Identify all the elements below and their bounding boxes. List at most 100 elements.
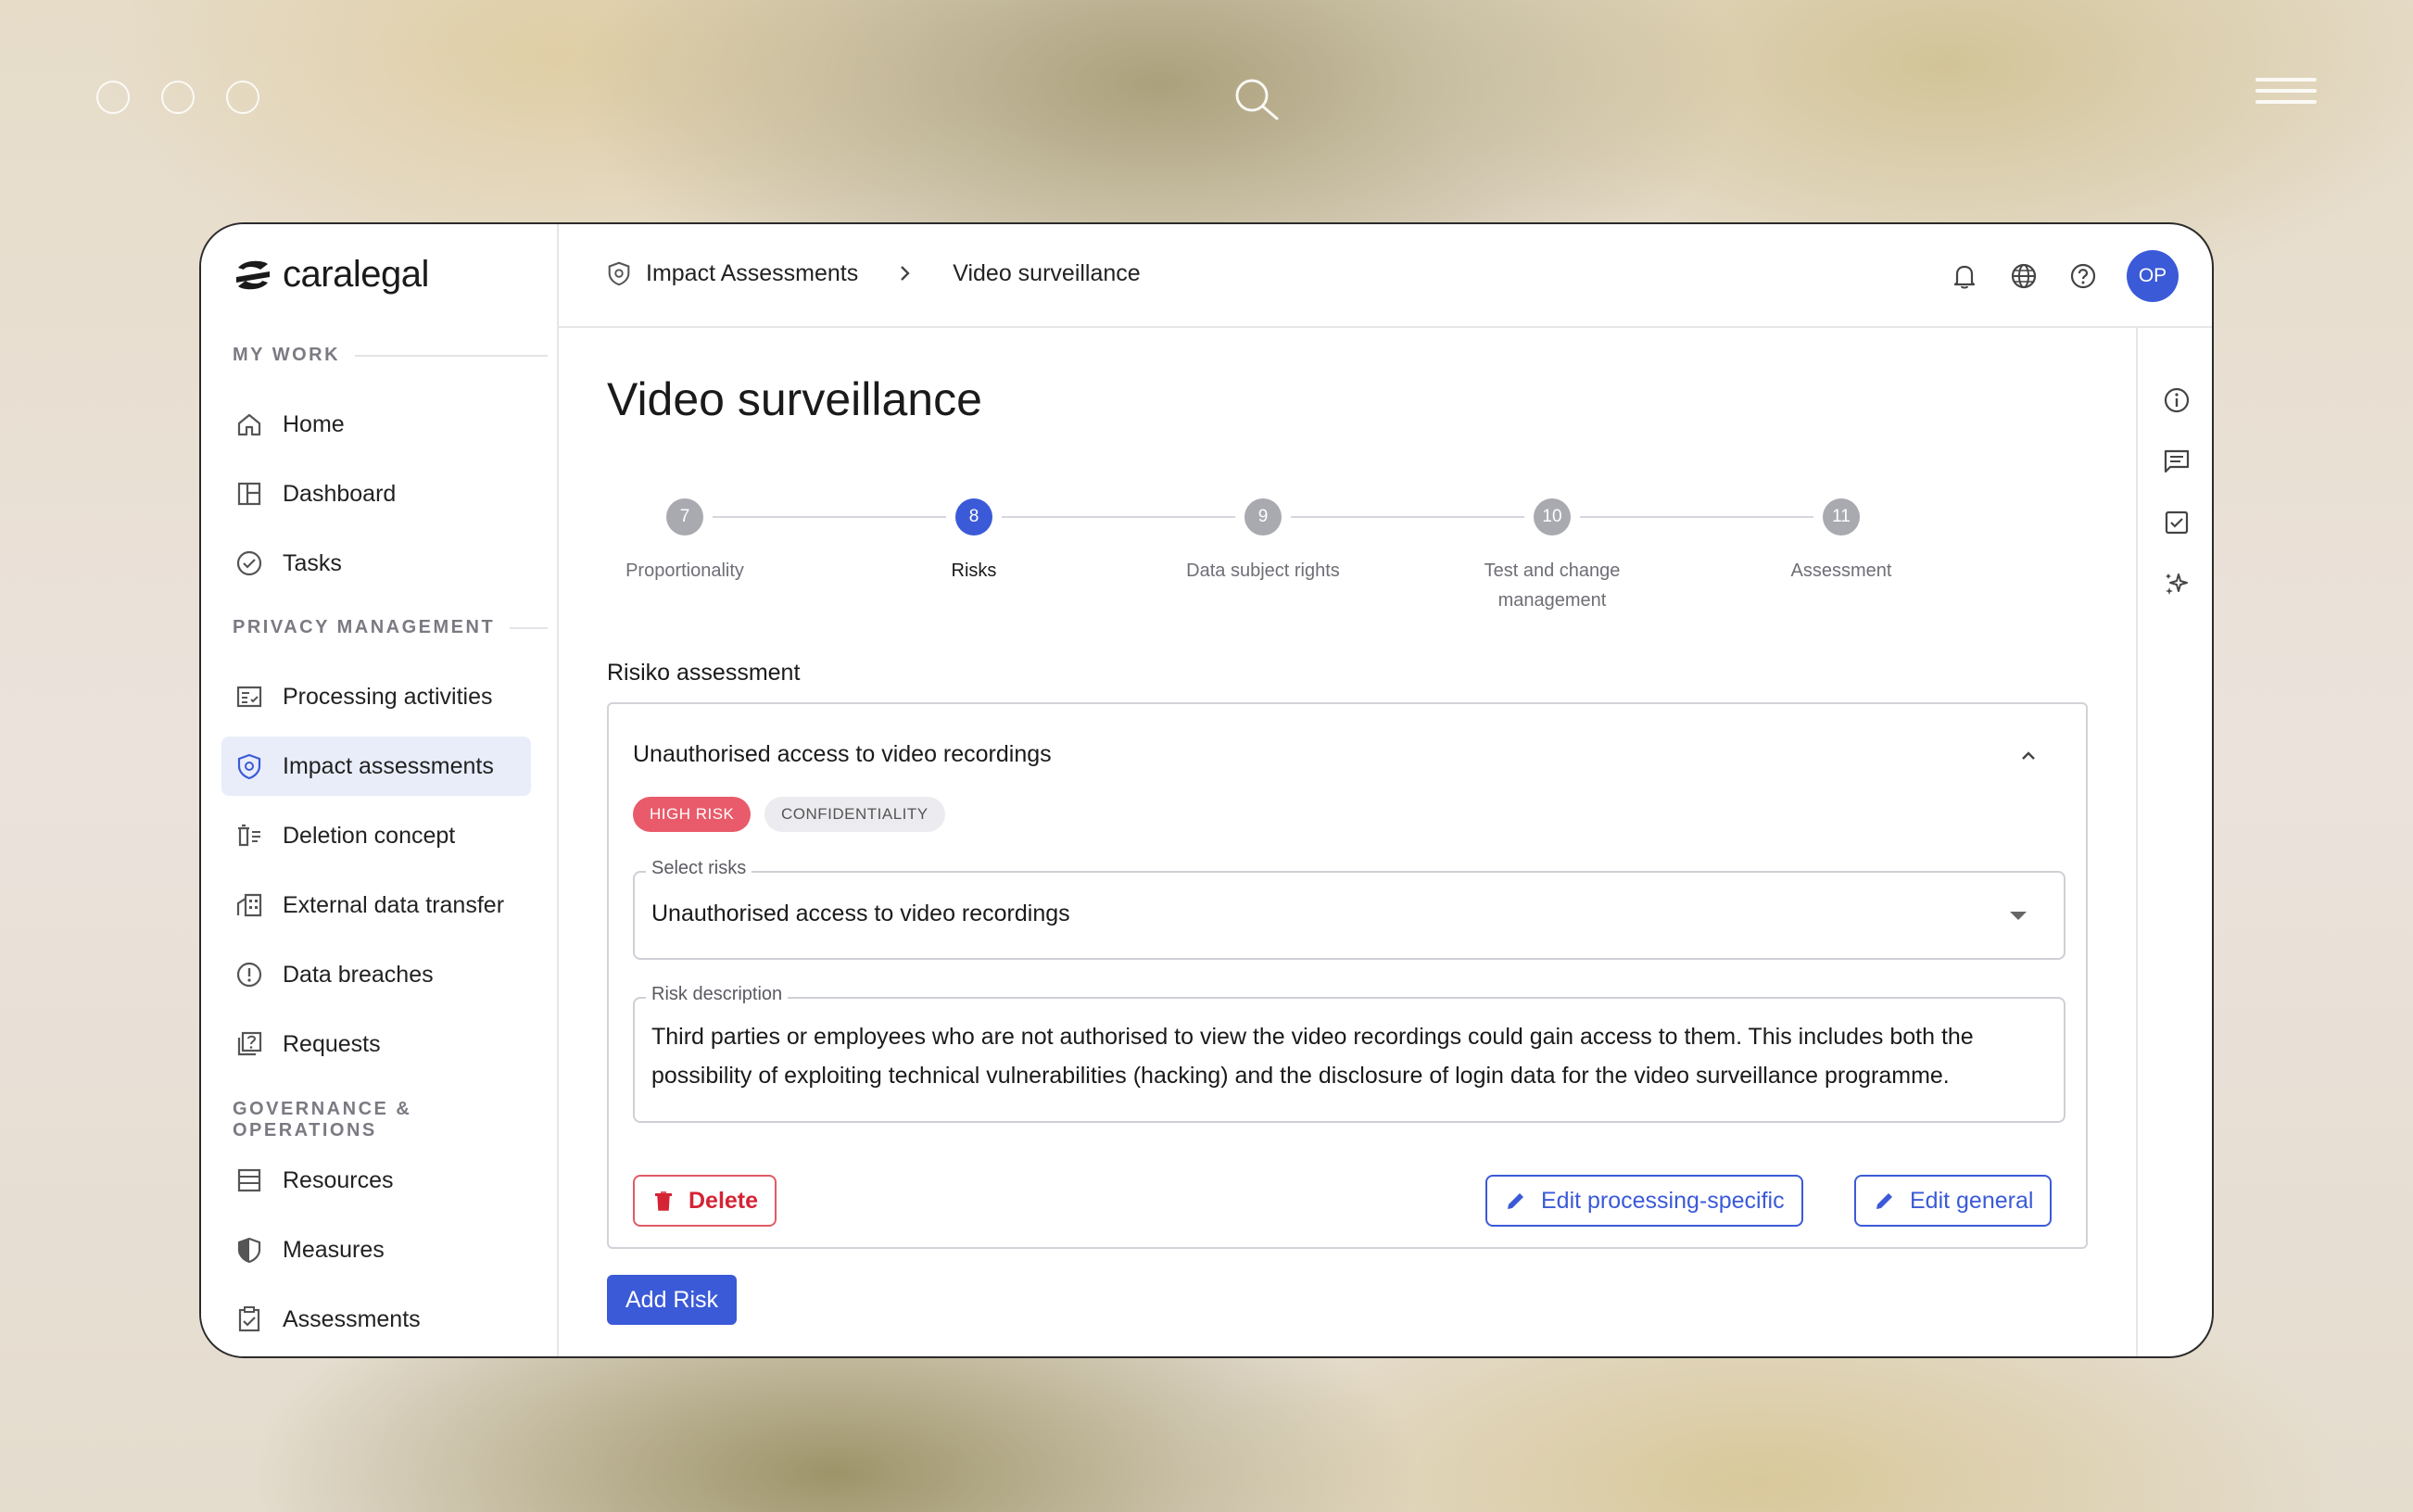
field-value: Unauthorised access to video recordings — [651, 901, 1070, 926]
step-number: 10 — [1534, 498, 1571, 536]
top-bar: Impact Assessments Video surveillance OP — [559, 224, 2212, 328]
breadcrumb-current: Video surveillance — [953, 259, 1141, 286]
edit-general-button[interactable]: Edit general — [1854, 1175, 2053, 1227]
risk-card: Unauthorised access to video recordings … — [607, 702, 2088, 1249]
chevron-right-icon — [901, 266, 910, 281]
dropdown-caret-icon[interactable] — [2010, 912, 2027, 920]
sidebar-item-processing-activities[interactable]: Processing activities — [221, 667, 531, 726]
sidebar-item-external-data-transfer[interactable]: External data transfer — [221, 876, 531, 935]
field-value: Third parties or employees who are not a… — [651, 1024, 1974, 1089]
step-number: 7 — [666, 498, 703, 536]
chevron-up-icon[interactable] — [2017, 745, 2040, 767]
sidebar-item-dashboard[interactable]: Dashboard — [221, 464, 531, 523]
logo-text: caralegal — [283, 254, 429, 295]
step-data-subject-rights[interactable]: 9 Data subject rights — [1152, 498, 1374, 586]
field-legend: Risk description — [646, 984, 789, 1005]
main-content: Impact Assessments Video surveillance OP… — [559, 224, 2212, 1356]
sidebar-item-resources[interactable]: Resources — [221, 1151, 531, 1210]
check-circle-icon — [236, 550, 262, 576]
dashboard-icon — [237, 482, 261, 506]
select-risks-field[interactable]: Select risks Unauthorised access to vide… — [633, 858, 2066, 960]
sidebar-item-label: Tasks — [283, 549, 342, 576]
risk-description-field[interactable]: Risk description Third parties or employ… — [633, 984, 2066, 1123]
menu-icon[interactable] — [2255, 78, 2317, 115]
avatar[interactable]: OP — [2127, 250, 2179, 302]
step-test-and-change-management[interactable]: 10 Test and change management — [1441, 498, 1663, 615]
section-title-label: GOVERNANCE & OPERATIONS — [233, 1099, 412, 1140]
section-title-privacy-management: PRIVACY MANAGEMENT — [233, 617, 548, 638]
bell-icon[interactable] — [1949, 260, 1980, 292]
logo-mark-icon — [236, 260, 270, 289]
page-title: Video surveillance — [607, 373, 982, 425]
help-icon[interactable] — [2067, 260, 2099, 292]
sidebar-item-label: Home — [283, 410, 345, 437]
list-check-icon — [236, 686, 262, 708]
sidebar-item-home[interactable]: Home — [221, 395, 531, 454]
sidebar: caralegal MY WORK Home Dashboard Tasks P… — [201, 224, 559, 1356]
building-icon — [236, 893, 262, 917]
sidebar-item-label: External data transfer — [283, 891, 505, 918]
right-rail — [2136, 328, 2212, 1356]
sidebar-item-label: Deletion concept — [283, 822, 456, 849]
add-risk-button[interactable]: Add Risk — [607, 1275, 738, 1325]
checkbox-icon[interactable] — [2162, 508, 2192, 537]
shield-icon — [237, 753, 261, 780]
section-title-label: PRIVACY MANAGEMENT — [233, 617, 496, 637]
pencil-icon — [1508, 1193, 1523, 1209]
window-control-dot[interactable] — [96, 81, 130, 114]
sidebar-item-label: Assessments — [283, 1305, 421, 1332]
section-title-my-work: MY WORK — [233, 345, 548, 366]
logo[interactable]: caralegal — [233, 254, 429, 296]
section-label: Risiko assessment — [607, 660, 801, 686]
window-control-dot[interactable] — [226, 81, 259, 114]
step-label: Assessment — [1790, 561, 1892, 581]
step-proportionality[interactable]: 7 Proportionality — [574, 498, 796, 586]
shield-icon — [608, 261, 630, 286]
trash-list-icon — [238, 824, 260, 847]
search-icon[interactable] — [1232, 76, 1281, 124]
shield-half-icon — [237, 1237, 261, 1264]
breadcrumb: Impact Assessments Video surveillance — [605, 259, 1141, 287]
sidebar-item-deletion-concept[interactable]: Deletion concept — [221, 806, 531, 865]
trash-icon — [655, 1191, 672, 1211]
section-title-label: MY WORK — [233, 345, 341, 365]
edit-processing-specific-button[interactable]: Edit processing-specific — [1485, 1175, 1803, 1227]
sparkle-icon[interactable] — [2162, 569, 2192, 598]
app-window: caralegal MY WORK Home Dashboard Tasks P… — [199, 222, 2214, 1358]
risk-title: Unauthorised access to video recordings — [633, 741, 1052, 767]
info-icon[interactable] — [2162, 385, 2192, 415]
step-number: 9 — [1244, 498, 1282, 536]
rows-icon — [237, 1168, 261, 1192]
window-control-dot[interactable] — [161, 81, 195, 114]
step-label: Proportionality — [625, 561, 744, 581]
clipboard-check-icon — [238, 1306, 260, 1332]
step-label: Data subject rights — [1186, 561, 1340, 581]
step-assessment[interactable]: 11 Assessment — [1730, 498, 1952, 586]
top-actions: OP — [1949, 250, 2179, 302]
sidebar-item-requests[interactable]: Requests — [221, 1014, 531, 1074]
step-number: 8 — [955, 498, 992, 536]
comment-icon[interactable] — [2162, 447, 2192, 476]
sidebar-item-label: Data breaches — [283, 961, 434, 988]
edit-general-label: Edit general — [1910, 1187, 2034, 1214]
sidebar-item-impact-assessments[interactable]: Impact assessments — [221, 737, 531, 796]
sidebar-item-tasks[interactable]: Tasks — [221, 534, 531, 593]
divider — [355, 354, 548, 357]
field-legend: Select risks — [646, 858, 752, 879]
delete-button[interactable]: Delete — [633, 1175, 777, 1227]
edit-processing-specific-label: Edit processing-specific — [1541, 1187, 1785, 1214]
sidebar-item-data-breaches[interactable]: Data breaches — [221, 945, 531, 1004]
sidebar-item-label: Resources — [283, 1166, 394, 1193]
step-risks[interactable]: 8 Risks — [863, 498, 1085, 586]
pencil-icon — [1876, 1193, 1892, 1209]
stepper: 7 Proportionality 8 Risks 9 Data subject… — [616, 498, 1891, 619]
sidebar-item-label: Dashboard — [283, 480, 397, 507]
breadcrumb-link[interactable]: Impact Assessments — [646, 260, 858, 287]
sidebar-item-label: Impact assessments — [283, 752, 494, 779]
sidebar-item-assessments[interactable]: Assessments — [221, 1290, 531, 1349]
sidebar-item-label: Processing activities — [283, 683, 493, 710]
globe-icon[interactable] — [2008, 260, 2040, 292]
high-risk-badge: HIGH RISK — [633, 797, 752, 832]
sidebar-item-measures[interactable]: Measures — [221, 1220, 531, 1279]
divider — [510, 626, 548, 629]
